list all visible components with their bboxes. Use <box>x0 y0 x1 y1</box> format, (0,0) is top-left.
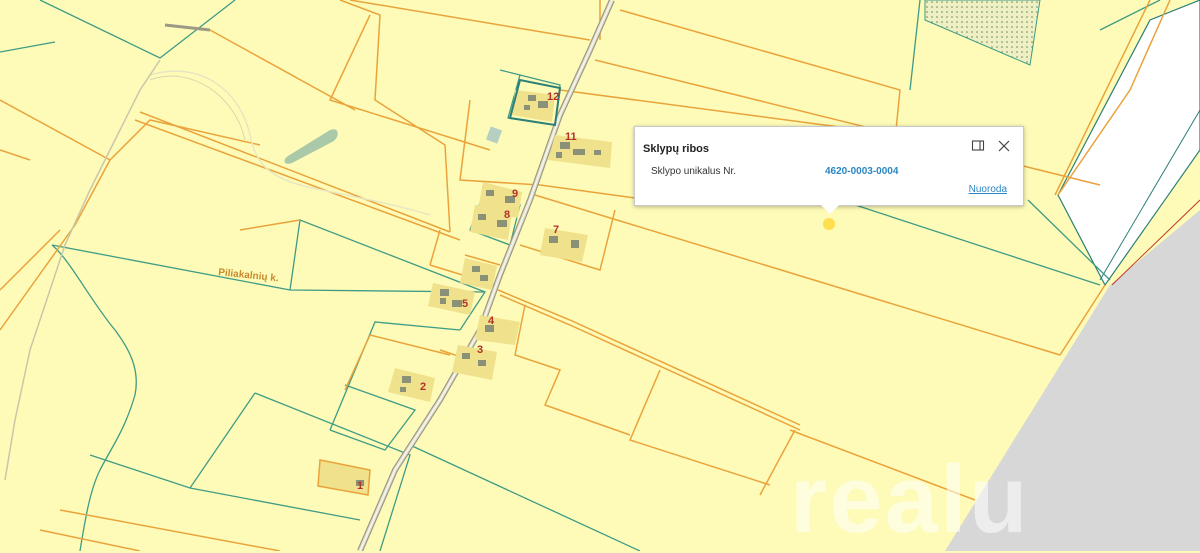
building <box>549 236 558 243</box>
parcel-number: 4 <box>488 315 495 327</box>
building <box>594 150 601 155</box>
parcel-number: 9 <box>512 188 518 200</box>
parcel-id-value[interactable]: 4620-0003-0004 <box>825 166 898 177</box>
building <box>524 105 530 110</box>
parcel-number: 8 <box>504 209 510 221</box>
building <box>440 298 446 304</box>
building <box>402 376 411 383</box>
building <box>528 95 536 101</box>
parcel-number: 11 <box>565 131 577 143</box>
building <box>462 353 470 359</box>
selected-parcel-marker[interactable] <box>823 218 835 230</box>
parcel-info-popup: Sklypų ribos Sklypo unikalus Nr. 4620-00… <box>634 126 1024 214</box>
reference-link[interactable]: Nuoroda <box>969 184 1007 195</box>
parcel-number: 2 <box>420 381 426 393</box>
maximize-icon[interactable] <box>971 139 985 153</box>
building <box>400 387 406 392</box>
building <box>480 275 488 281</box>
parcel-number: 3 <box>477 344 483 356</box>
building <box>478 360 486 366</box>
close-icon[interactable] <box>997 139 1011 153</box>
parcel-id-label: Sklypo unikalus Nr. <box>651 166 737 177</box>
building <box>486 190 494 196</box>
building <box>556 152 562 158</box>
watermark: realu <box>790 446 1030 553</box>
building <box>478 214 486 220</box>
parcel-number: 5 <box>462 298 468 310</box>
parcel-number: 7 <box>553 224 559 236</box>
building <box>440 289 449 296</box>
parcel-number: 1 <box>357 480 363 492</box>
building <box>573 149 585 155</box>
building <box>472 266 480 272</box>
building <box>560 142 570 149</box>
popup-title: Sklypų ribos <box>643 143 710 155</box>
building <box>497 220 507 227</box>
building <box>571 240 579 248</box>
parcel-number: 12 <box>547 91 559 103</box>
building <box>452 300 462 307</box>
